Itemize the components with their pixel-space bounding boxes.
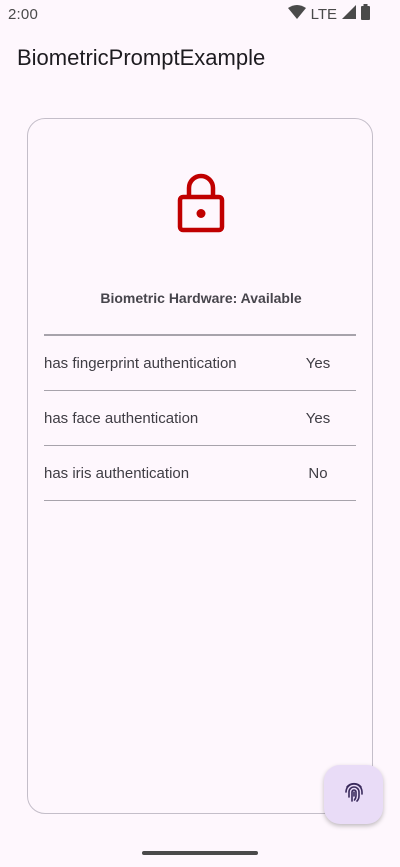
wifi-icon bbox=[287, 4, 306, 24]
lock-icon bbox=[177, 171, 225, 233]
capability-value: Yes bbox=[305, 354, 331, 372]
biometric-info-card: Biometric Hardware: Available has finger… bbox=[27, 118, 373, 814]
app-title: BiometricPromptExample bbox=[17, 45, 266, 70]
authenticate-fab-button[interactable] bbox=[324, 765, 383, 824]
capabilities-table: has fingerprint authentication Yes has f… bbox=[44, 334, 356, 501]
fingerprint-icon bbox=[342, 780, 366, 809]
capability-value: Yes bbox=[305, 409, 331, 427]
capability-label: has iris authentication bbox=[44, 464, 190, 482]
cell-signal-icon bbox=[342, 4, 356, 24]
table-row: has iris authentication No bbox=[44, 446, 356, 501]
screen: 2:00 LTE BiometricPromptExample Biometri… bbox=[0, 0, 400, 867]
status-time: 2:00 bbox=[8, 5, 38, 23]
gesture-nav-handle[interactable] bbox=[142, 851, 258, 855]
network-type: LTE bbox=[310, 5, 337, 23]
capability-label: has face authentication bbox=[44, 409, 199, 427]
hardware-status-title: Biometric Hardware: Available bbox=[100, 290, 302, 306]
table-row: has fingerprint authentication Yes bbox=[44, 336, 356, 391]
table-row: has face authentication Yes bbox=[44, 391, 356, 446]
status-bar: 2:00 LTE bbox=[0, 0, 400, 28]
capability-label: has fingerprint authentication bbox=[44, 354, 237, 372]
battery-icon bbox=[361, 3, 370, 25]
capability-value: No bbox=[308, 464, 328, 482]
status-icons: LTE bbox=[287, 3, 370, 25]
